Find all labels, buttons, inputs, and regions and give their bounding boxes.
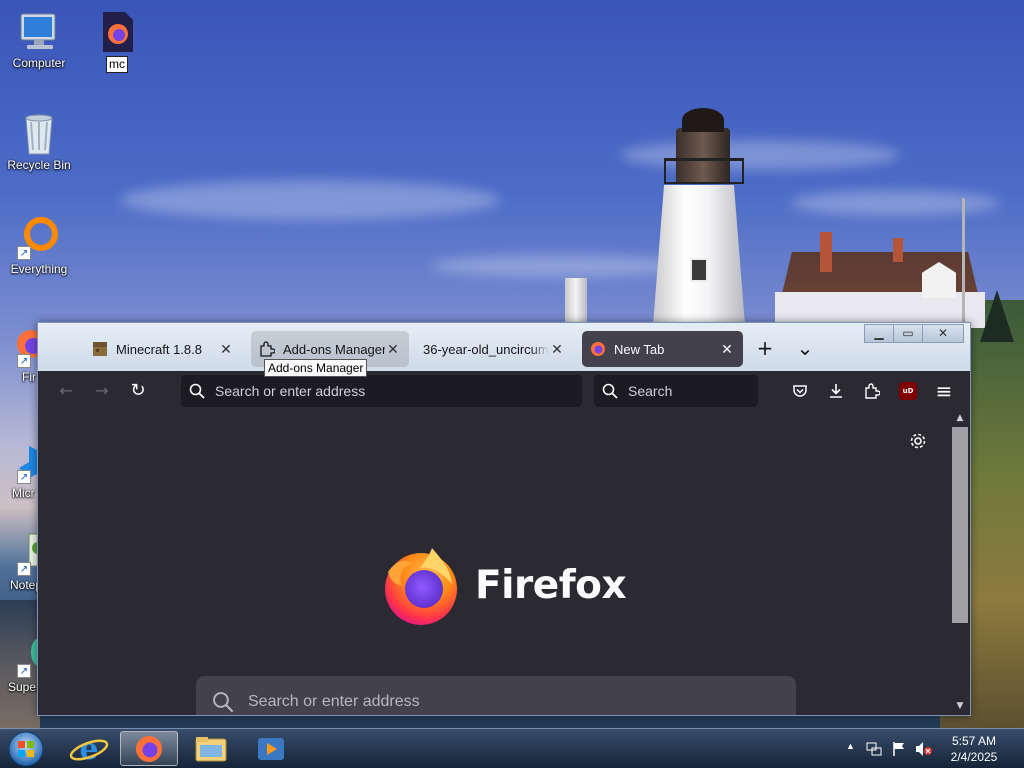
close-button[interactable]: ✕	[923, 324, 964, 343]
vertical-scrollbar[interactable]: ▲ ▼	[950, 411, 970, 715]
tab-close-icon[interactable]: ✕	[218, 341, 234, 358]
list-all-tabs-button[interactable]: ⌄	[793, 337, 817, 361]
scroll-up-icon[interactable]: ▲	[950, 413, 970, 423]
downloads-icon[interactable]	[824, 379, 848, 403]
new-tab-page: Firefox Search or enter address	[38, 411, 950, 715]
extensions-icon[interactable]	[860, 379, 884, 403]
url-bar-placeholder: Search or enter address	[215, 383, 366, 399]
cloud	[120, 180, 500, 220]
tab-label: Minecraft 1.8.8	[116, 341, 202, 357]
scrollbar-thumb[interactable]	[952, 427, 968, 623]
puzzle-piece-icon	[259, 341, 276, 357]
scroll-down-icon[interactable]: ▼	[950, 701, 970, 711]
firefox-logo-icon	[380, 544, 462, 626]
lighthouse-tower	[653, 185, 745, 325]
start-button[interactable]	[4, 730, 48, 768]
tab-tooltip: Add-ons Manager	[264, 359, 368, 377]
tab-bar: Minecraft 1.8.8 ✕ Add-ons Manager ✕ 36-y…	[38, 323, 970, 371]
minimize-button[interactable]: ▁	[864, 324, 894, 343]
volume-muted-icon[interactable]	[915, 741, 933, 781]
shortcut-arrow-icon: ↗	[17, 354, 31, 368]
new-tab-button[interactable]: +	[753, 337, 777, 361]
taskbar: e ▲ 5:57 AM 2/4/2025	[0, 728, 1024, 768]
tab-close-icon[interactable]: ✕	[549, 341, 565, 358]
lighthouse-cap	[682, 108, 724, 132]
firefox-window[interactable]: Minecraft 1.8.8 ✕ Add-ons Manager ✕ 36-y…	[37, 322, 971, 716]
search-icon	[602, 383, 618, 399]
desktop-icon-computer[interactable]: Computer	[2, 10, 76, 70]
tab-close-icon[interactable]: ✕	[385, 341, 401, 358]
minecraft-block-icon	[92, 341, 108, 357]
shortcut-arrow-icon: ↗	[17, 470, 31, 484]
tab-new-tab[interactable]: New Tab ✕	[582, 331, 743, 367]
desktop-icon-everything[interactable]: ↗ Everything	[2, 216, 76, 276]
back-button[interactable]: ←	[54, 379, 78, 403]
tab-close-icon[interactable]: ✕	[719, 341, 735, 358]
shortcut-arrow-icon: ↗	[17, 562, 31, 576]
navigation-toolbar: ← → ↻ Search or enter address Search uD …	[38, 371, 970, 411]
firefox-icon	[136, 736, 162, 762]
lighthouse-railing	[664, 158, 744, 184]
taskbar-internet-explorer[interactable]: e	[60, 731, 118, 767]
rename-input[interactable]: mc	[106, 56, 128, 73]
firefox-wordmark: Firefox	[475, 563, 627, 608]
computer-icon	[17, 10, 61, 54]
clock-time: 5:57 AM	[951, 734, 997, 748]
search-bar[interactable]: Search	[594, 375, 758, 407]
search-icon	[189, 383, 205, 399]
taskbar-firefox[interactable]	[120, 731, 178, 766]
internet-explorer-icon: e	[69, 732, 109, 767]
cloud	[790, 190, 1000, 216]
shortcut-arrow-icon: ↗	[17, 246, 31, 260]
ublock-origin-icon[interactable]: uD	[899, 382, 917, 400]
tab-image[interactable]: 36-year-old_uncircumcised ✕	[415, 331, 573, 367]
everything-search-icon: ↗	[17, 216, 61, 260]
gear-icon[interactable]	[908, 431, 928, 451]
search-bar-placeholder: Search	[628, 383, 673, 399]
show-hidden-icons-button[interactable]: ▲	[846, 741, 855, 781]
action-center-flag-icon[interactable]	[891, 741, 907, 781]
tab-label: New Tab	[614, 341, 665, 357]
cloud	[620, 140, 900, 170]
maximize-button[interactable]: ▭	[894, 324, 923, 343]
newtab-search-box[interactable]: Search or enter address	[196, 676, 796, 715]
tab-label: 36-year-old_uncircumcised	[423, 341, 549, 357]
svg-text:e: e	[79, 732, 98, 766]
url-bar[interactable]: Search or enter address	[181, 375, 582, 407]
taskbar-explorer[interactable]	[182, 731, 240, 766]
cloud	[430, 255, 690, 277]
rename-container: mc	[80, 56, 154, 73]
forward-button[interactable]: →	[90, 379, 114, 403]
tab-minecraft[interactable]: Minecraft 1.8.8 ✕	[84, 331, 242, 367]
media-player-icon	[258, 738, 284, 760]
system-clock[interactable]: 5:57 AM 2/4/2025	[944, 733, 1004, 765]
clock-date: 2/4/2025	[950, 750, 998, 764]
flag-pole	[962, 198, 965, 328]
recycle-bin-icon	[17, 112, 61, 156]
reload-button[interactable]: ↻	[126, 379, 150, 403]
desktop-icon-label: Recycle Bin	[7, 158, 71, 172]
tab-label: Add-ons Manager	[283, 341, 385, 357]
house-chimney	[820, 232, 832, 272]
shortcut-arrow-icon: ↗	[17, 664, 31, 678]
folder-icon	[195, 737, 227, 762]
house-chimney	[893, 238, 903, 262]
small-tower	[565, 278, 587, 328]
desktop-icon-recycle-bin[interactable]: Recycle Bin	[2, 112, 76, 172]
desktop-icon-label: Computer	[12, 56, 66, 70]
firefox-file-icon	[95, 10, 139, 54]
desktop-icon-label: Everything	[10, 262, 68, 276]
firefox-icon	[590, 341, 606, 357]
network-icon[interactable]	[866, 741, 882, 781]
pocket-icon[interactable]	[788, 379, 812, 403]
menu-button[interactable]: ≡	[932, 379, 956, 403]
search-icon	[212, 691, 234, 713]
taskbar-media-player[interactable]	[242, 731, 300, 766]
window-controls: ▁ ▭ ✕	[864, 324, 964, 343]
desktop-icon-mc[interactable]: mc	[80, 10, 154, 73]
lighthouse-window	[690, 258, 708, 282]
newtab-search-placeholder: Search or enter address	[248, 693, 420, 710]
